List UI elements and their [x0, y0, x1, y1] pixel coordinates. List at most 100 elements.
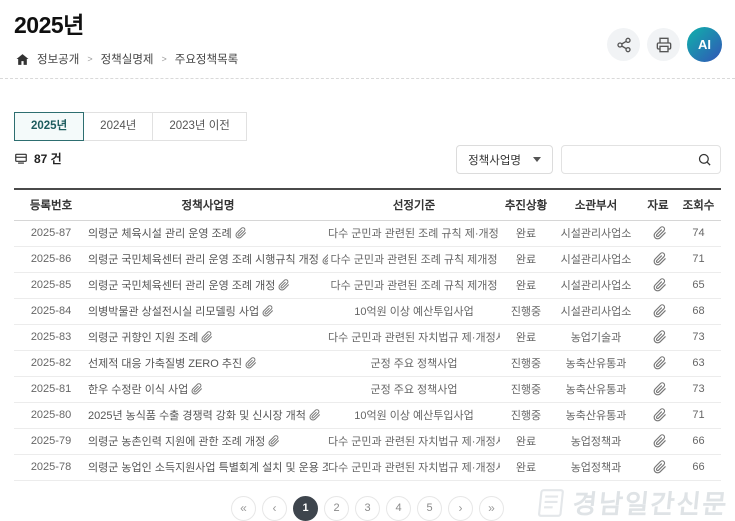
ai-assistant-button[interactable]: AI [687, 27, 722, 62]
result-count: 87 건 [14, 150, 62, 174]
pagination: « ‹ 1 2 3 4 5 › » [0, 496, 735, 521]
cell-views: 63 [676, 350, 721, 376]
cell-reg-no: 2025-81 [14, 376, 88, 402]
table-row[interactable]: 2025-802025년 농식품 수출 경쟁력 강화 및 신시장 개척10억원 … [14, 402, 721, 428]
cell-policy-name[interactable]: 의령군 국민체육센터 관리 운영 조례 개정 [88, 272, 328, 298]
cell-views: 71 [676, 246, 721, 272]
page-button-4[interactable]: 4 [386, 496, 411, 521]
cell-attachment[interactable] [640, 298, 676, 324]
cell-attachment[interactable] [640, 324, 676, 350]
page-button-3[interactable]: 3 [355, 496, 380, 521]
table-row[interactable]: 2025-85의령군 국민체육센터 관리 운영 조례 개정다수 군민과 관련된 … [14, 272, 721, 298]
cell-policy-name[interactable]: 선제적 대응 가축질병 ZERO 추진 [88, 350, 328, 376]
cell-criteria: 10억원 이상 예산투입사업 [328, 402, 500, 428]
cell-reg-no: 2025-82 [14, 350, 88, 376]
cell-reg-no: 2025-85 [14, 272, 88, 298]
col-header-status: 추진상황 [500, 189, 552, 220]
page-button-5[interactable]: 5 [417, 496, 442, 521]
breadcrumb-item[interactable]: 정책실명제 [101, 51, 154, 67]
year-tabs: 2025년 2024년 2023년 이전 [14, 112, 735, 141]
page-button-1[interactable]: 1 [293, 496, 318, 521]
cell-department: 시설관리사업소 [552, 246, 640, 272]
cell-attachment[interactable] [640, 376, 676, 402]
table-row[interactable]: 2025-83의령군 귀향인 지원 조례다수 군민과 관련된 자치법규 제·개정… [14, 324, 721, 350]
cell-views: 68 [676, 298, 721, 324]
cell-department: 농업기술과 [552, 324, 640, 350]
cell-criteria: 다수 군민과 관련된 자치법규 제·개정사항 [328, 428, 500, 454]
cell-reg-no: 2025-84 [14, 298, 88, 324]
cell-department: 농업정책과 [552, 428, 640, 454]
cell-department: 시설관리사업소 [552, 298, 640, 324]
cell-attachment[interactable] [640, 220, 676, 246]
header-divider [0, 78, 735, 79]
breadcrumb-item-current[interactable]: 주요정책목록 [175, 51, 238, 67]
print-button[interactable] [647, 28, 680, 61]
tab-2023-earlier[interactable]: 2023년 이전 [152, 112, 247, 141]
print-icon [656, 37, 672, 53]
next-page-button[interactable]: › [448, 496, 473, 521]
table-row[interactable]: 2025-82선제적 대응 가축질병 ZERO 추진군정 주요 정책사업진행중농… [14, 350, 721, 376]
paperclip-icon [653, 460, 667, 474]
search-controls: 정책사업명 [456, 145, 721, 174]
prev-page-button[interactable]: ‹ [262, 496, 287, 521]
cell-status: 진행중 [500, 402, 552, 428]
cell-criteria: 10억원 이상 예산투입사업 [328, 298, 500, 324]
cell-attachment[interactable] [640, 454, 676, 480]
cell-status: 완료 [500, 220, 552, 246]
cell-attachment[interactable] [640, 428, 676, 454]
cell-views: 73 [676, 376, 721, 402]
page-button-2[interactable]: 2 [324, 496, 349, 521]
last-page-button[interactable]: » [479, 496, 504, 521]
table-row[interactable]: 2025-78의령군 농업인 소득지원사업 특별회계 설치 및 운용 조례...… [14, 454, 721, 480]
cell-policy-name[interactable]: 의령군 농촌인력 지원에 관한 조례 개정 [88, 428, 328, 454]
result-count-label: 87 건 [34, 150, 62, 167]
col-header-policy-name: 정책사업명 [88, 189, 328, 220]
list-toolbar: 87 건 정책사업명 [0, 145, 735, 174]
paperclip-icon [653, 278, 667, 292]
cell-policy-name[interactable]: 의령군 농업인 소득지원사업 특별회계 설치 및 운용 조례... [88, 454, 328, 480]
breadcrumb-item[interactable]: 정보공개 [37, 51, 79, 67]
cell-reg-no: 2025-79 [14, 428, 88, 454]
search-input[interactable] [570, 154, 697, 166]
cell-attachment[interactable] [640, 350, 676, 376]
search-icon[interactable] [697, 152, 712, 167]
cell-criteria: 다수 군민과 관련된 조례 규칙 제·개정 사항 [328, 220, 500, 246]
table-row[interactable]: 2025-87의령군 체육시설 관리 운영 조례다수 군민과 관련된 조례 규칙… [14, 220, 721, 246]
cell-policy-name[interactable]: 한우 수정란 이식 사업 [88, 376, 328, 402]
cell-status: 진행중 [500, 350, 552, 376]
table-header-row: 등록번호 정책사업명 선정기준 추진상황 소관부서 자료 조회수 [14, 189, 721, 220]
tab-2025[interactable]: 2025년 [14, 112, 84, 141]
cell-status: 완료 [500, 454, 552, 480]
cell-attachment[interactable] [640, 402, 676, 428]
search-field-selected: 정책사업명 [468, 152, 521, 168]
table-row[interactable]: 2025-79의령군 농촌인력 지원에 관한 조례 개정다수 군민과 관련된 자… [14, 428, 721, 454]
share-button[interactable] [607, 28, 640, 61]
cell-criteria: 다수 군민과 관련된 조례 규칙 제개정 [328, 272, 500, 298]
paperclip-icon [322, 253, 328, 265]
cell-policy-name[interactable]: 의병박물관 상설전시실 리모델링 사업 [88, 298, 328, 324]
cell-status: 완료 [500, 246, 552, 272]
table-row[interactable]: 2025-84의병박물관 상설전시실 리모델링 사업10억원 이상 예산투입사업… [14, 298, 721, 324]
table-row[interactable]: 2025-86의령군 국민체육센터 관리 운영 조례 시행규칙 개정다수 군민과… [14, 246, 721, 272]
paperclip-icon [653, 304, 667, 318]
tab-2024[interactable]: 2024년 [83, 112, 153, 141]
policy-table: 등록번호 정책사업명 선정기준 추진상황 소관부서 자료 조회수 2025-87… [14, 188, 721, 481]
search-field-select[interactable]: 정책사업명 [456, 145, 553, 174]
cell-policy-name[interactable]: 의령군 국민체육센터 관리 운영 조례 시행규칙 개정 [88, 246, 328, 272]
paperclip-icon [278, 279, 290, 291]
cell-status: 완료 [500, 428, 552, 454]
cell-criteria: 군정 주요 정책사업 [328, 350, 500, 376]
cell-policy-name[interactable]: 2025년 농식품 수출 경쟁력 강화 및 신시장 개척 [88, 402, 328, 428]
paperclip-icon [653, 356, 667, 370]
first-page-button[interactable]: « [231, 496, 256, 521]
table-row[interactable]: 2025-81한우 수정란 이식 사업군정 주요 정책사업진행중농축산유통과73 [14, 376, 721, 402]
cell-attachment[interactable] [640, 272, 676, 298]
cell-policy-name[interactable]: 의령군 귀향인 지원 조례 [88, 324, 328, 350]
cell-attachment[interactable] [640, 246, 676, 272]
home-icon[interactable] [16, 53, 29, 66]
cell-policy-name[interactable]: 의령군 체육시설 관리 운영 조례 [88, 220, 328, 246]
col-header-reg-no: 등록번호 [14, 189, 88, 220]
document-count-icon [14, 152, 28, 166]
cell-views: 71 [676, 402, 721, 428]
cell-views: 66 [676, 454, 721, 480]
